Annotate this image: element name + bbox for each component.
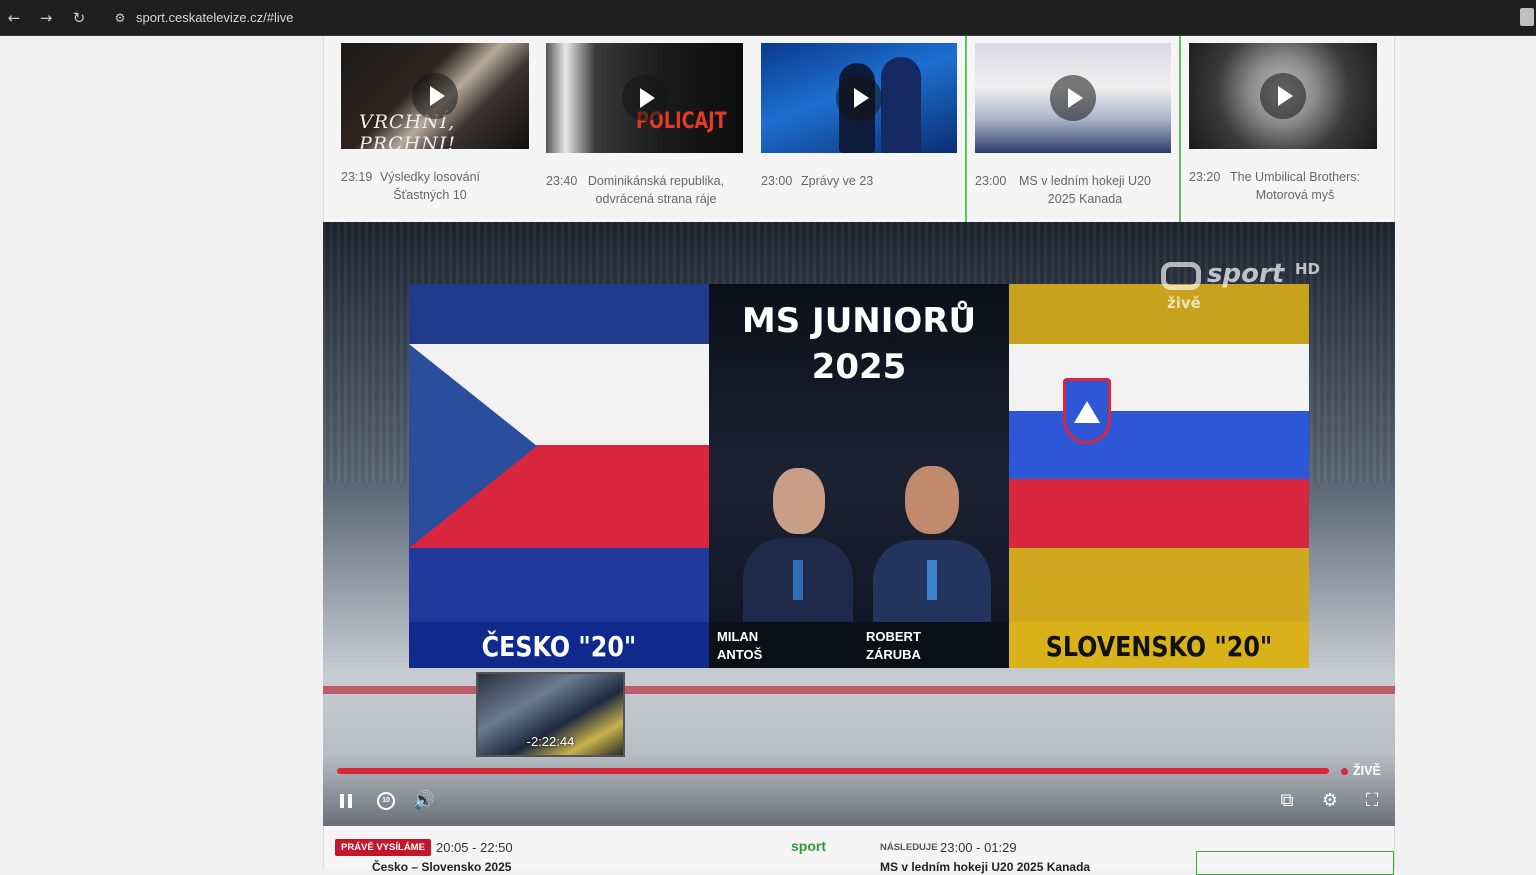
play-icon[interactable] <box>1050 75 1096 121</box>
slovenian-crest-icon <box>1063 378 1111 444</box>
commentator-1-name: MILAN ANTOŠ <box>717 629 763 662</box>
schedule-button[interactable] <box>1196 851 1394 875</box>
reload-icon[interactable]: ↻ <box>67 6 91 30</box>
replay-10-icon: 10 <box>377 792 395 810</box>
event-title-line1: MS JUNIORŮ <box>741 301 977 341</box>
forward-icon[interactable]: → <box>34 6 58 30</box>
cast-icon[interactable]: ⧉ <box>1274 788 1300 814</box>
program-thumbnail[interactable]: POLICAJT <box>546 43 743 153</box>
program-time: 23:00 <box>761 174 793 188</box>
progress-bar[interactable] <box>337 768 1329 774</box>
commentator-photo <box>873 462 991 622</box>
program-card[interactable]: 23:00 MS v ledním hokeji U20 2025 Kanada <box>975 36 1173 222</box>
program-title[interactable]: Výsledky losování Šťastných 10 <box>371 168 489 204</box>
video-player[interactable]: MS JUNIORŮ 2025 MILAN ANTOŠ ROBERT ZÁRUB… <box>323 222 1395 826</box>
program-time: 23:19 <box>341 170 373 184</box>
seek-preview-time: -2:22:44 <box>526 734 575 749</box>
commentator-2-name: ROBERT ZÁRUBA <box>866 629 921 662</box>
slovenian-flag <box>1009 284 1309 668</box>
play-icon[interactable] <box>836 75 882 121</box>
now-title[interactable]: Česko – Slovensko 2025 <box>372 860 511 874</box>
program-time: 23:00 <box>975 174 1007 188</box>
match-graphic: MS JUNIORŮ 2025 MILAN ANTOŠ ROBERT ZÁRUB… <box>409 284 1309 668</box>
play-icon[interactable] <box>1260 73 1306 119</box>
fullscreen-icon[interactable]: ⛶ <box>1359 788 1385 814</box>
settings-gear-icon[interactable]: ⚙ <box>1317 788 1343 814</box>
site-settings-icon[interactable]: ⚙ <box>112 10 128 26</box>
program-card[interactable]: VRCHNÍ, PRCHNI! 23:19 Výsledky losování … <box>341 36 531 222</box>
program-card[interactable]: 23:20 The Umbilical Brothers: Motorová m… <box>1189 36 1379 222</box>
event-title-line2: 2025 <box>811 347 907 387</box>
current-slot-divider <box>1179 36 1181 222</box>
now-next-strip: PRÁVĚ VYSÍLÁME 20:05 - 22:50 Česko – Slo… <box>323 826 1395 875</box>
program-title[interactable]: Zprávy ve 23 <box>801 172 891 190</box>
next-time: 23:00 - 01:29 <box>940 840 1017 855</box>
program-thumbnail[interactable]: VRCHNÍ, PRCHNI! <box>341 43 529 149</box>
program-card[interactable]: POLICAJT 23:40 Dominikánská republika, o… <box>546 36 744 222</box>
url-text[interactable]: sport.ceskatelevize.cz/#live <box>136 10 294 26</box>
channel-logo: sport <box>791 838 826 854</box>
address-bar[interactable]: ⚙ sport.ceskatelevize.cz/#live <box>104 4 1504 32</box>
program-thumbnail[interactable] <box>975 43 1171 153</box>
czech-flag <box>409 284 709 668</box>
pause-button[interactable] <box>333 788 359 814</box>
play-icon[interactable] <box>412 73 458 119</box>
program-title[interactable]: The Umbilical Brothers: Motorová myš <box>1219 168 1371 204</box>
program-time: 23:20 <box>1189 170 1221 184</box>
back-icon[interactable]: ← <box>2 6 26 30</box>
program-title[interactable]: MS v ledním hokeji U20 2025 Kanada <box>1005 172 1165 208</box>
current-slot-divider <box>965 36 967 222</box>
seek-preview-thumbnail: -2:22:44 <box>476 672 625 757</box>
commentator-names: MILAN ANTOŠ ROBERT ZÁRUBA <box>709 622 1009 668</box>
translate-icon[interactable] <box>1520 8 1534 26</box>
commentator-photo <box>743 464 853 622</box>
next-label: NÁSLEDUJE <box>880 842 938 853</box>
program-card[interactable]: 23:00 Zprávy ve 23 <box>761 36 959 222</box>
program-carousel: VRCHNÍ, PRCHNI! 23:19 Výsledky losování … <box>323 36 1395 222</box>
now-airing-badge: PRÁVĚ VYSÍLÁME <box>335 839 431 856</box>
volume-icon[interactable]: 🔊 <box>411 788 437 814</box>
program-thumbnail[interactable] <box>761 43 957 153</box>
ct-logo-icon <box>1161 262 1201 290</box>
now-time: 20:05 - 22:50 <box>436 840 513 855</box>
browser-toolbar: ← → ↻ ⚙ sport.ceskatelevize.cz/#live <box>0 0 1536 36</box>
presenter-figure <box>881 57 921 153</box>
program-title[interactable]: Dominikánská republika, odvrácená strana… <box>576 172 736 208</box>
live-dot-icon <box>1341 768 1348 775</box>
commentators-panel: MS JUNIORŮ 2025 MILAN ANTOŠ ROBERT ZÁRUB… <box>709 284 1009 668</box>
replay-10-button[interactable]: 10 <box>373 788 399 814</box>
team-right-label: SLOVENSKO "20" <box>1045 630 1273 663</box>
play-icon[interactable] <box>621 75 668 121</box>
team-left-label: ČESKO "20" <box>481 630 637 663</box>
program-time: 23:40 <box>546 174 578 188</box>
live-label[interactable]: ŽIVĚ <box>1353 764 1381 778</box>
program-thumbnail[interactable] <box>1189 43 1377 149</box>
event-title: MS JUNIORŮ 2025 <box>709 298 1009 390</box>
next-title[interactable]: MS v ledním hokeji U20 2025 Kanada <box>880 860 1090 874</box>
